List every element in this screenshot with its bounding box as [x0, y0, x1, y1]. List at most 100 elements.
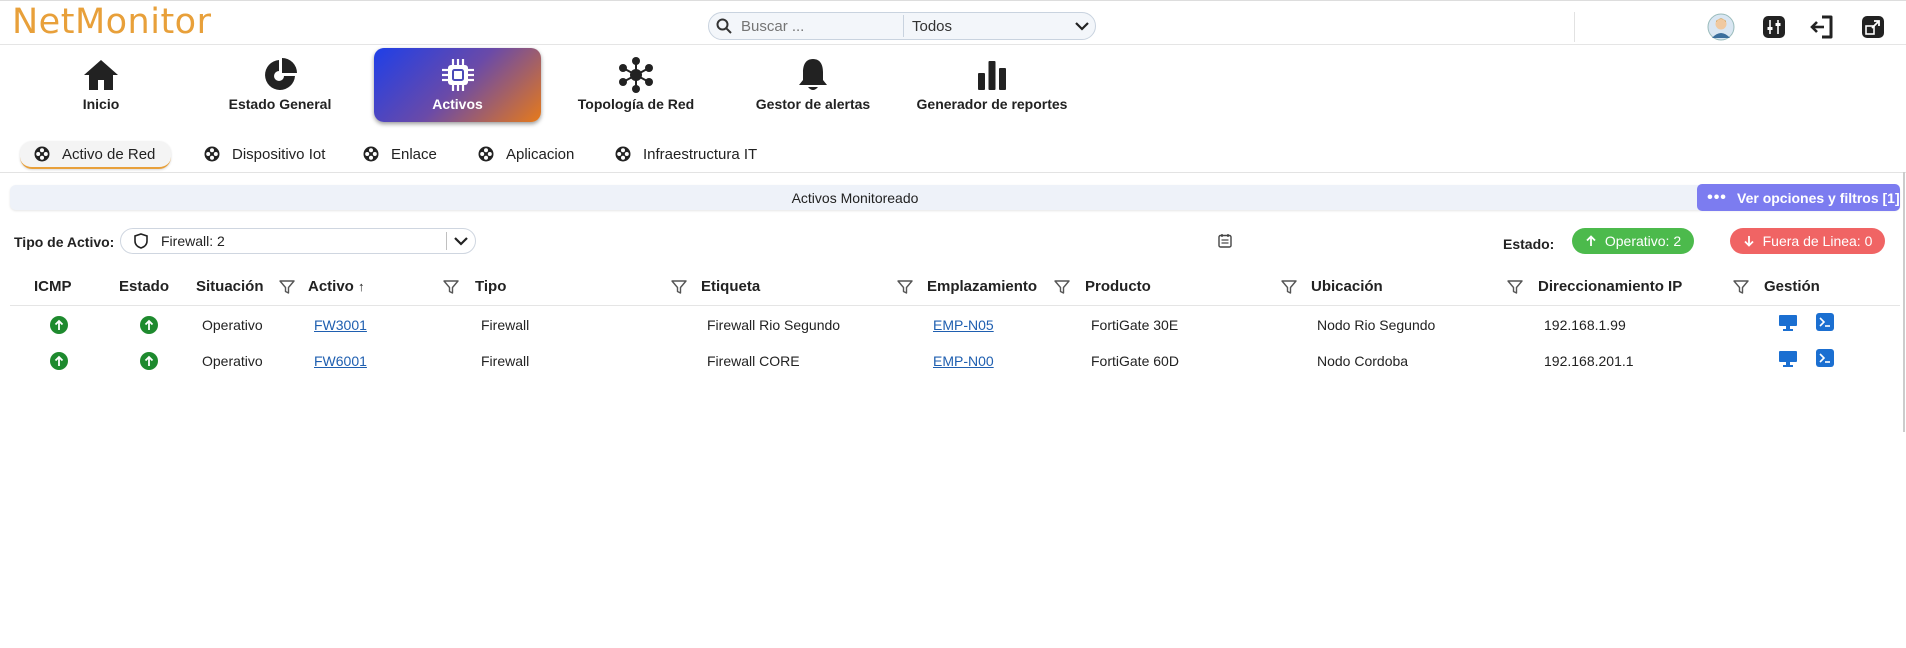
filter-icon[interactable] — [1281, 279, 1297, 300]
filter-icon[interactable] — [1733, 279, 1749, 300]
filter-icon[interactable] — [897, 279, 913, 300]
home-icon — [40, 56, 162, 94]
chip-icon — [374, 56, 541, 94]
table-header-border — [10, 305, 1900, 306]
reel-icon — [363, 146, 379, 162]
icmp-up-icon — [50, 316, 68, 334]
nav-topologia[interactable]: Topología de Red — [572, 48, 700, 122]
panel-header: Activos Monitoreado — [10, 185, 1900, 210]
col-header-emplazamiento[interactable]: Emplazamiento — [927, 278, 1037, 295]
search-input[interactable] — [739, 16, 903, 36]
subtab-aplicacion[interactable]: Aplicacion — [478, 141, 574, 167]
col-header-situacion[interactable]: Situación — [196, 278, 264, 295]
nav-label: Topología de Red — [577, 96, 695, 112]
asset-type-value: Firewall: 2 — [161, 233, 225, 249]
settings-sliders-icon[interactable] — [1759, 12, 1789, 42]
subtab-label: Infraestructura IT — [643, 145, 758, 163]
chevron-down-icon[interactable] — [1069, 21, 1095, 31]
cell-situacion: Operativo — [202, 317, 263, 333]
bell-icon — [747, 56, 879, 94]
col-header-gestion[interactable]: Gestión — [1764, 278, 1820, 295]
view-options-button[interactable]: ••• Ver opciones y filtros [1] — [1697, 184, 1900, 211]
filter-icon[interactable] — [1507, 279, 1523, 300]
search-scope-select[interactable]: Todos — [912, 18, 1069, 35]
nav-gestor-alertas[interactable]: Gestor de alertas — [747, 48, 879, 122]
nav-estado-general[interactable]: Estado General — [218, 48, 342, 122]
col-header-icmp[interactable]: ICMP — [34, 278, 72, 295]
cell-situacion: Operativo — [202, 353, 263, 369]
terminal-icon[interactable] — [1816, 313, 1834, 336]
col-header-producto[interactable]: Producto — [1085, 278, 1151, 295]
offline-count: Fuera de Linea: 0 — [1762, 233, 1873, 249]
reel-icon — [34, 146, 50, 162]
subtab-label: Aplicacion — [506, 145, 575, 163]
panel-title: Activos Monitoreado — [791, 190, 919, 206]
reel-icon — [478, 146, 494, 162]
col-header-ip[interactable]: Direccionamiento IP — [1538, 278, 1682, 295]
subtab-border — [0, 172, 1906, 173]
sort-asc-icon[interactable]: ↑ — [358, 279, 365, 294]
offline-count-badge[interactable]: Fuera de Linea: 0 — [1730, 228, 1885, 254]
cell-producto: FortiGate 60D — [1091, 353, 1179, 369]
terminal-icon[interactable] — [1816, 349, 1834, 372]
monitor-icon[interactable] — [1779, 351, 1797, 372]
col-header-activo-label: Activo — [308, 278, 354, 295]
filter-icon[interactable] — [1054, 279, 1070, 300]
subtab-label: Activo de Red — [62, 145, 156, 163]
chevron-down-icon[interactable] — [447, 236, 475, 246]
col-header-etiqueta[interactable]: Etiqueta — [701, 278, 760, 295]
location-link[interactable]: EMP-N05 — [933, 317, 994, 333]
asset-link[interactable]: FW3001 — [314, 317, 367, 333]
scrollbar-edge — [1903, 172, 1905, 432]
filter-icon[interactable] — [443, 279, 459, 300]
online-count-badge[interactable]: Operativo: 2 — [1572, 228, 1694, 254]
header-border — [0, 44, 1906, 45]
icmp-up-icon — [50, 352, 68, 370]
nav-label: Gestor de alertas — [755, 96, 871, 112]
search-divider — [903, 15, 904, 37]
nav-activos[interactable]: Activos — [374, 48, 541, 122]
nav-inicio[interactable]: Inicio — [40, 48, 162, 122]
network-icon — [572, 56, 700, 94]
arrow-up-icon — [1585, 235, 1597, 247]
asset-type-select[interactable]: Firewall: 2 — [120, 228, 476, 254]
pie-icon — [218, 56, 342, 94]
col-header-tipo[interactable]: Tipo — [475, 278, 506, 295]
cell-ip: 192.168.1.99 — [1544, 317, 1626, 333]
subtab-activo-de-red[interactable]: Activo de Red — [20, 141, 172, 169]
asset-type-label: Tipo de Activo: — [14, 234, 115, 250]
col-header-estado[interactable]: Estado — [119, 278, 169, 295]
filter-icon[interactable] — [279, 279, 295, 300]
subtab-dispositivo-iot[interactable]: Dispositivo Iot — [204, 141, 325, 167]
status-up-icon — [140, 352, 158, 370]
bar-chart-icon — [912, 56, 1072, 94]
asset-link[interactable]: FW6001 — [314, 353, 367, 369]
nav-label: Inicio — [82, 96, 120, 112]
col-header-activo[interactable]: Activo ↑ — [308, 278, 365, 295]
shield-icon — [121, 233, 161, 249]
more-dots-icon: ••• — [1707, 188, 1727, 206]
header-divider — [1574, 12, 1575, 42]
subtab-infraestructura-it[interactable]: Infraestructura IT — [615, 141, 757, 167]
top-border — [0, 0, 1906, 1]
monitor-icon[interactable] — [1779, 315, 1797, 336]
nav-generador-reportes[interactable]: Generador de reportes — [912, 48, 1072, 122]
subtab-label: Dispositivo Iot — [232, 145, 326, 163]
reel-icon — [615, 146, 631, 162]
location-link[interactable]: EMP-N00 — [933, 353, 994, 369]
col-header-ubicacion[interactable]: Ubicación — [1311, 278, 1383, 295]
arrow-down-icon — [1743, 235, 1755, 247]
cell-ip: 192.168.201.1 — [1544, 353, 1634, 369]
app-logo[interactable]: NetMonitor — [12, 2, 211, 42]
nav-label: Activos — [432, 96, 483, 112]
filter-icon[interactable] — [671, 279, 687, 300]
search-bar[interactable]: Todos — [708, 12, 1096, 40]
subtab-enlace[interactable]: Enlace — [363, 141, 437, 167]
status-label: Estado: — [1503, 236, 1555, 252]
calendar-icon[interactable] — [1218, 233, 1232, 253]
subtab-label: Enlace — [391, 145, 437, 163]
user-avatar[interactable] — [1706, 12, 1736, 42]
expand-icon[interactable] — [1858, 12, 1888, 42]
search-icon — [709, 18, 739, 34]
logout-icon[interactable] — [1807, 12, 1837, 42]
